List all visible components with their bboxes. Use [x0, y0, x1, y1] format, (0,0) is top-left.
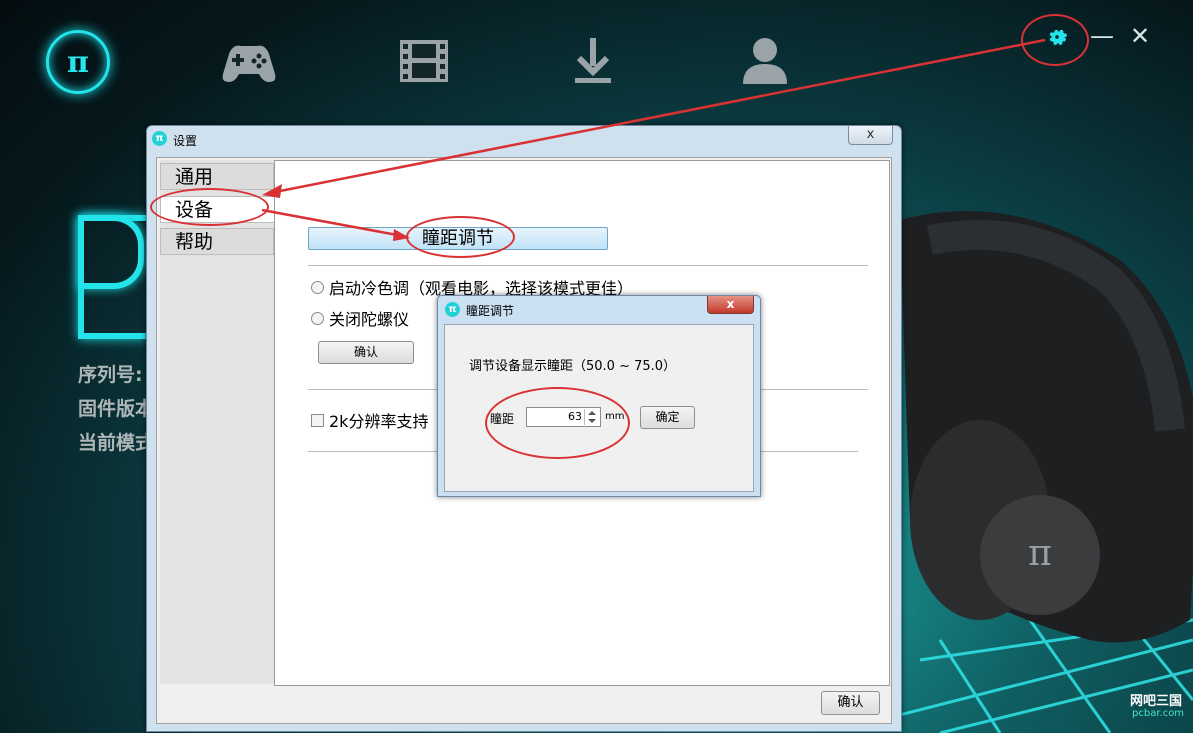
- ipd-ok-button[interactable]: 确定: [640, 406, 695, 429]
- download-icon[interactable]: [563, 34, 623, 88]
- serial-label: 序列号:: [78, 364, 143, 386]
- ipd-dialog-close-button[interactable]: x: [707, 296, 754, 314]
- support-2k-label: 2k分辨率支持（: [329, 412, 445, 431]
- annotation-ellipse-ipd: [406, 216, 515, 258]
- confirm-settings-button[interactable]: 确认: [821, 691, 880, 715]
- close-gyro-option[interactable]: 关闭陀螺仪: [311, 306, 409, 330]
- annotation-ellipse-gear: [1021, 14, 1089, 66]
- confirm-mode-button[interactable]: 确认: [318, 341, 414, 364]
- app-small-icon: π: [152, 131, 167, 146]
- pi-logo: π: [46, 30, 110, 94]
- close-app-button[interactable]: ✕: [1130, 22, 1150, 50]
- user-icon[interactable]: [735, 34, 795, 88]
- radio-icon[interactable]: [311, 311, 324, 325]
- film-icon[interactable]: [394, 34, 454, 88]
- radio-icon[interactable]: [311, 280, 324, 294]
- top-bar: π — ✕: [0, 0, 1193, 120]
- brand-letter: [78, 215, 146, 339]
- vr-headset-image: π: [900, 211, 1193, 643]
- app-small-icon: π: [445, 302, 460, 317]
- settings-title: 设置: [173, 134, 198, 148]
- mode-label: 当前模式: [78, 432, 155, 454]
- svg-text:π: π: [1028, 533, 1052, 574]
- watermark-domain: pcbar.com: [1132, 708, 1185, 719]
- tab-general[interactable]: 通用: [160, 163, 274, 190]
- ipd-dialog-title: 瞳距调节: [466, 304, 515, 318]
- firmware-label: 固件版本: [78, 398, 155, 420]
- support-2k-option[interactable]: 2k分辨率支持（: [311, 408, 444, 432]
- annotation-ellipse-device: [150, 188, 269, 226]
- divider: [308, 265, 868, 266]
- ipd-description: 调节设备显示瞳距（50.0 ~ 75.0）: [469, 359, 677, 374]
- settings-close-button[interactable]: x: [848, 126, 893, 145]
- minimize-button[interactable]: —: [1090, 22, 1114, 50]
- close-gyro-label: 关闭陀螺仪: [329, 310, 410, 329]
- tab-column: 通用 设备 帮助: [160, 160, 276, 684]
- tab-help[interactable]: 帮助: [160, 228, 274, 255]
- annotation-ellipse-ipd-value: [485, 387, 630, 459]
- checkbox-icon[interactable]: [311, 413, 324, 427]
- game-controller-icon[interactable]: [219, 34, 279, 88]
- watermark-brand: 网吧三国: [1130, 694, 1183, 709]
